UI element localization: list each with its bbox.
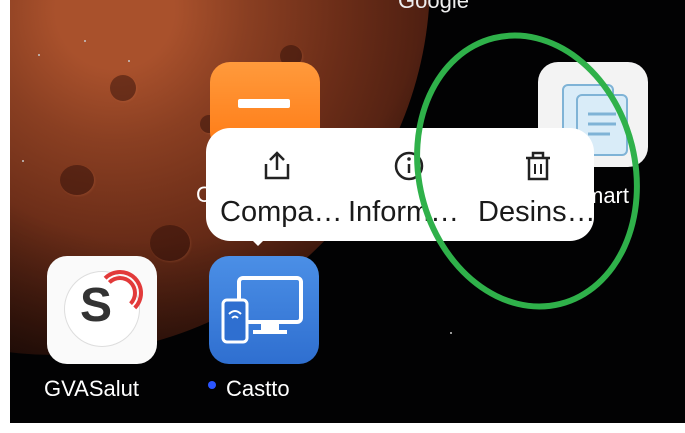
context-menu-pointer	[244, 232, 272, 246]
share-icon	[264, 151, 290, 180]
cast-screen-icon	[221, 276, 303, 344]
annotation-circle	[385, 8, 669, 334]
home-screen: Google mart C S GVASalut Castto Compa… I…	[10, 0, 685, 423]
minus-icon	[238, 99, 290, 108]
google-label: Google	[398, 0, 469, 13]
castto-app-icon[interactable]	[209, 256, 319, 364]
castto-app-label: Castto	[226, 376, 290, 401]
share-label: Compa…	[220, 196, 343, 228]
share-menu-item[interactable]: Compa…	[206, 128, 343, 241]
gvasalut-app-icon[interactable]: S	[47, 256, 157, 364]
notification-dot	[208, 381, 216, 389]
gvasalut-logo-icon: S	[80, 279, 113, 332]
gvasalut-app-label: GVASalut	[44, 376, 139, 401]
